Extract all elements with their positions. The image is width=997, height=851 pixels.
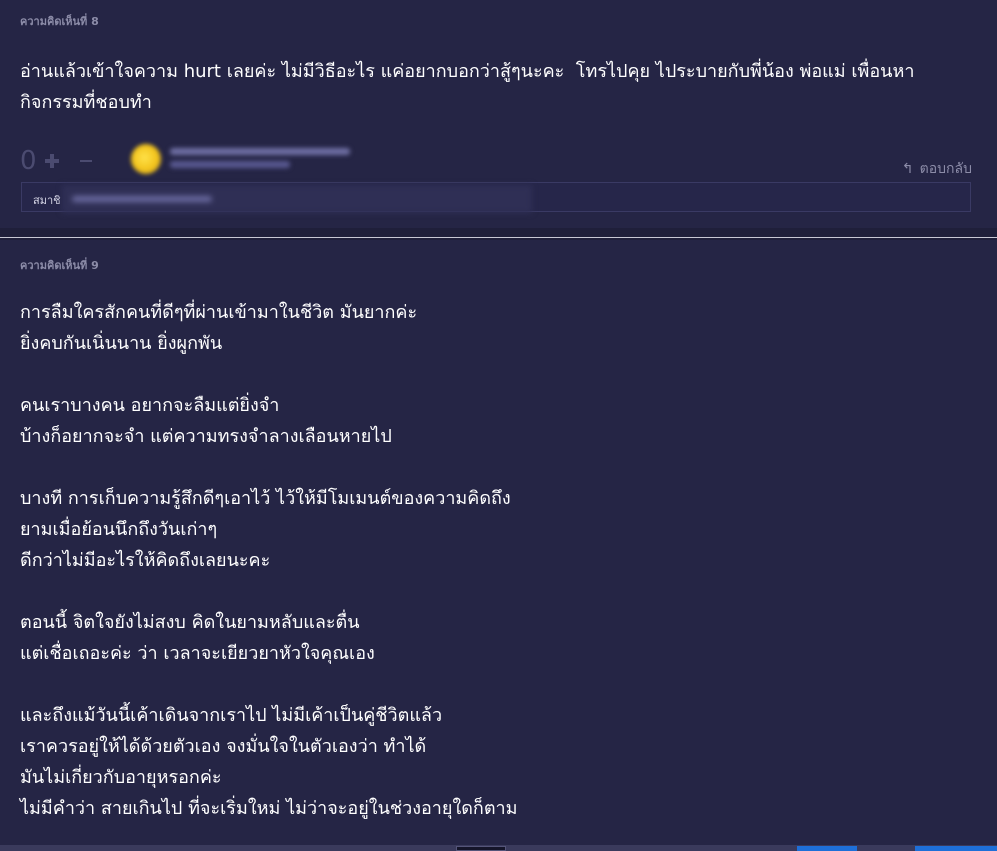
- reply-label: ตอบกลับ: [919, 161, 972, 177]
- member-info-blurred: [62, 185, 532, 213]
- toolbar-accent-button[interactable]: [797, 846, 857, 851]
- author-name-blurred: [170, 148, 370, 174]
- comment-number-label: ความคิดเห็นที่ 8: [20, 15, 99, 28]
- plus-icon[interactable]: [42, 151, 62, 171]
- comment-body: การลืมใครสักคนที่ดีๆที่ผ่านเข้ามาในชีวิต…: [20, 302, 518, 819]
- reply-button[interactable]: ↰ ตอบกลับ: [902, 158, 972, 180]
- toolbar-accent-button[interactable]: [915, 846, 997, 851]
- comments-page: ความคิดเห็นที่ 8 อ่านแล้วเข้าใจความ hurt…: [0, 0, 997, 851]
- emoji-icon[interactable]: [76, 151, 96, 171]
- comment-8: ความคิดเห็นที่ 8 อ่านแล้วเข้าใจความ hurt…: [0, 0, 997, 228]
- vote-count: 0: [20, 146, 37, 176]
- comment-divider: [0, 228, 997, 240]
- toolbar-button[interactable]: [456, 846, 506, 851]
- member-info-bar: สมาชิ: [21, 182, 971, 213]
- comment-number-label: ความคิดเห็นที่ 9: [20, 259, 99, 272]
- vote-controls: 0: [20, 146, 96, 176]
- comment-9: ความคิดเห็นที่ 9 การลืมใครสักคนที่ดีๆที่…: [0, 240, 997, 851]
- member-label: สมาชิ: [33, 194, 61, 207]
- reply-arrow-icon: ↰: [901, 161, 914, 177]
- comment-body: อ่านแล้วเข้าใจความ hurt เลยค่ะ ไม่มีวิธี…: [20, 61, 915, 113]
- avatar[interactable]: [131, 144, 161, 174]
